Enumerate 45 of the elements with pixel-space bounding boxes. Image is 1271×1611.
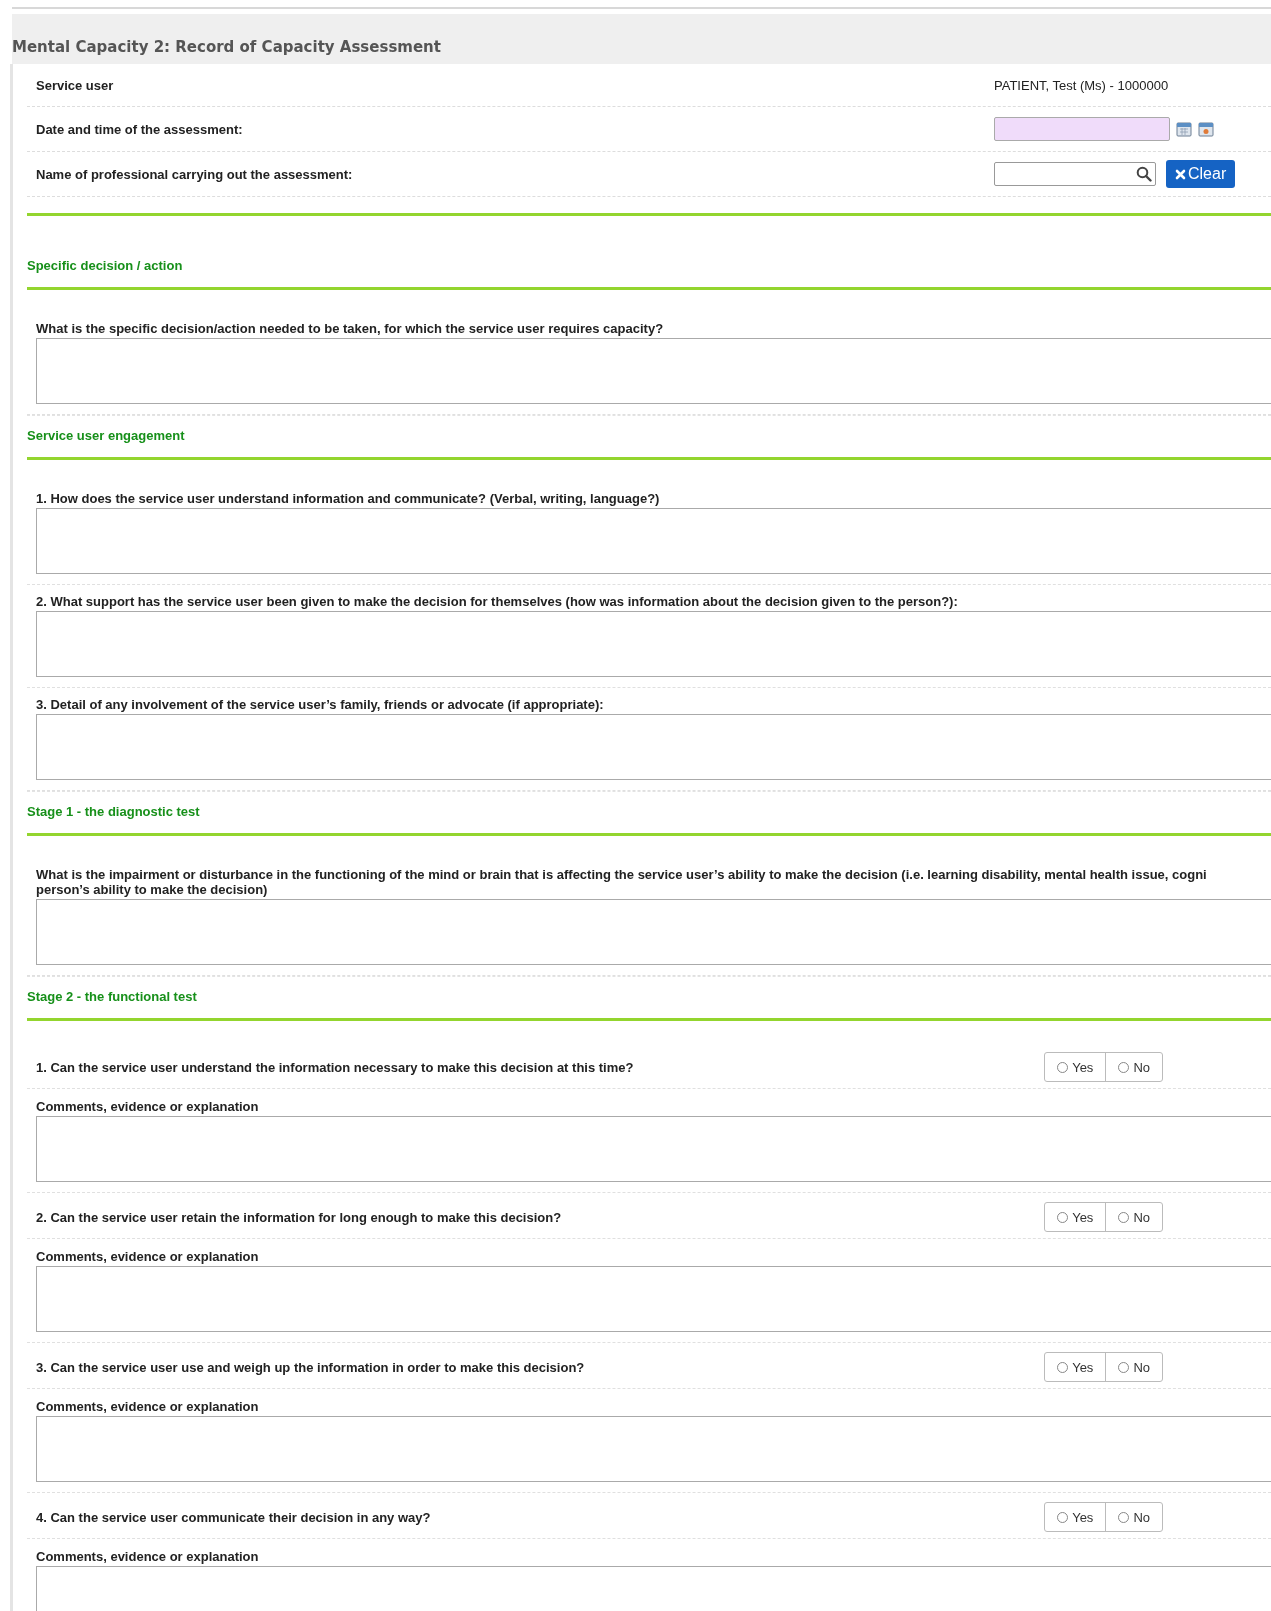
answer-box[interactable] [36, 899, 1271, 965]
radio-option[interactable]: No [1105, 1503, 1162, 1531]
radio-option[interactable]: No [1105, 1203, 1162, 1231]
radio-option[interactable]: No [1105, 1053, 1162, 1081]
clear-button[interactable]: Clear [1166, 160, 1236, 188]
question-label: 2. What support has the service user been given to make the decision for themselves (how was information about the decision given to the person?): [36, 594, 959, 609]
question-label: 3. Detail of any involvement of the service user’s family, friends or advocate (if appropriate): [36, 697, 605, 712]
question-label: 4. Can the service user communicate their decision in any way? [36, 1509, 432, 1525]
radio-option[interactable]: Yes [1045, 1353, 1106, 1381]
field-label: Name of professional carrying out the assessment: [35, 166, 354, 182]
field-label: Date and time of the assessment: [35, 121, 244, 137]
calendar-icon[interactable] [1176, 121, 1192, 137]
comment-label: Comments, evidence or explanation [36, 1549, 260, 1564]
radio-option[interactable]: No [1105, 1353, 1162, 1381]
answer-box[interactable] [36, 611, 1271, 677]
radio-option[interactable]: Yes [1045, 1203, 1106, 1231]
section-heading: Stage 1 - the diagnostic test [27, 803, 201, 821]
answer-box[interactable] [36, 338, 1271, 404]
radio-option[interactable]: Yes [1045, 1503, 1106, 1531]
date-time-field[interactable] [994, 117, 1170, 141]
field-label: Service user [35, 77, 115, 93]
question-label: What is the specific decision/action needed to be taken, for which the service user requires capacity? [36, 321, 665, 336]
question-label: 3. Can the service user use and weigh up the information in order to make this decision? [36, 1359, 586, 1375]
calendar-icon[interactable] [1198, 121, 1214, 137]
answer-box[interactable] [36, 508, 1271, 574]
service-user-value: PATIENT, Test (Ms) - 1000000 [994, 77, 1169, 93]
comment-box[interactable] [36, 1116, 1271, 1182]
section-heading: Specific decision / action [27, 257, 184, 275]
comment-box[interactable] [36, 1416, 1271, 1482]
question-label: What is the impairment or disturbance in the functioning of the mind or brain that is affecting the service user’s ability to make the decision (i.e. learning disability, mental health issue, cogni person’s ability to make the decision) [36, 867, 1208, 897]
comment-label: Comments, evidence or explanation [36, 1249, 260, 1264]
question-label: 1. Can the service user understand the information necessary to make this decision at this time? [36, 1059, 635, 1075]
answer-box[interactable] [36, 714, 1271, 780]
comment-label: Comments, evidence or explanation [36, 1099, 260, 1114]
radio-option[interactable]: Yes [1045, 1053, 1106, 1081]
section-heading: Service user engagement [27, 427, 186, 445]
section-heading: Stage 2 - the functional test [27, 988, 198, 1006]
question-label: 1. How does the service user understand information and communicate? (Verbal, writing, language?) [36, 491, 661, 506]
professional-search-field[interactable] [994, 162, 1156, 186]
comment-label: Comments, evidence or explanation [36, 1399, 260, 1414]
search-icon [1136, 166, 1152, 182]
question-label: 2. Can the service user retain the information for long enough to make this decision? [36, 1209, 563, 1225]
close-icon [1175, 168, 1186, 180]
form-title: Mental Capacity 2: Record of Capacity Assessment [12, 38, 441, 56]
comment-box[interactable] [36, 1266, 1271, 1332]
